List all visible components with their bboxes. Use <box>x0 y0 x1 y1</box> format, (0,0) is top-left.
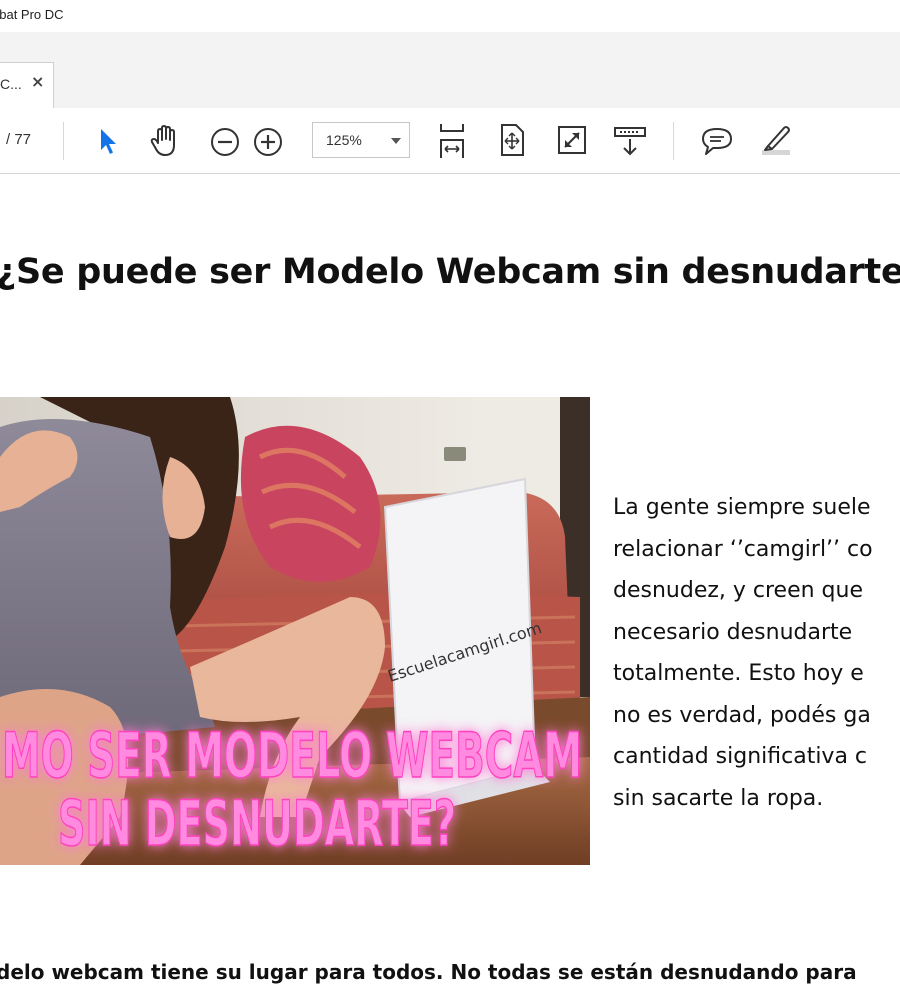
zoom-in-icon[interactable] <box>252 126 284 158</box>
app-title: obat Pro DC <box>0 7 64 22</box>
scrolling-mode-icon[interactable] <box>613 124 647 158</box>
image-caption-line1: MO SER MODELO WEBCAM <box>2 719 582 792</box>
page-count: / 77 <box>6 131 32 148</box>
zoom-value: 125% <box>326 132 362 148</box>
document-page: ¿Se puede ser Modelo Webcam sin desnudar… <box>0 174 900 1000</box>
zoom-out-icon[interactable] <box>209 126 241 158</box>
tab-bar: C... × <box>0 32 900 109</box>
toolbar-divider <box>673 122 674 160</box>
toolbar-divider <box>63 122 64 160</box>
paragraph-line: La gente siempre suele <box>613 495 871 520</box>
article-image: Escuelacamgirl.com MO SER MODELO WEBCAM … <box>0 397 590 865</box>
paragraph-line: no es verdad, podés ga <box>613 702 871 728</box>
zoom-select[interactable]: 125% <box>312 122 410 158</box>
fit-page-icon[interactable] <box>498 123 526 157</box>
paragraph-line: relacionar ‘’camgirl’’ co <box>613 536 873 562</box>
document-title: ¿Se puede ser Modelo Webcam sin desnudar… <box>0 252 900 292</box>
paragraph-line: cantidad significativa c <box>613 744 868 769</box>
tab-label: C... <box>0 76 22 92</box>
close-icon[interactable]: × <box>31 74 45 90</box>
fit-width-icon[interactable] <box>438 122 466 160</box>
bold-paragraph: delo webcam tiene su lugar para todos. N… <box>0 960 857 984</box>
image-caption-line2: SIN DESNUDARTE? <box>58 787 456 860</box>
article-paragraph: La gente siempre suele relacionar ‘’camg… <box>613 487 900 819</box>
hand-tool-icon[interactable] <box>149 125 183 157</box>
comment-icon[interactable] <box>700 126 734 156</box>
toolbar: / 77 125% <box>0 108 900 174</box>
select-arrow-icon[interactable] <box>96 126 120 156</box>
highlight-pen-icon[interactable] <box>758 122 794 158</box>
document-tab[interactable]: C... × <box>0 62 54 108</box>
title-bar: obat Pro DC <box>0 0 900 33</box>
chevron-down-icon <box>391 138 401 144</box>
paragraph-line: sin sacarte la ropa. <box>613 785 824 811</box>
paragraph-line: totalmente. Esto hoy e <box>613 661 864 686</box>
fullscreen-icon[interactable] <box>557 125 587 155</box>
paragraph-line: desnudez, y creen que <box>613 578 864 603</box>
paragraph-line: necesario desnudarte <box>613 619 853 645</box>
